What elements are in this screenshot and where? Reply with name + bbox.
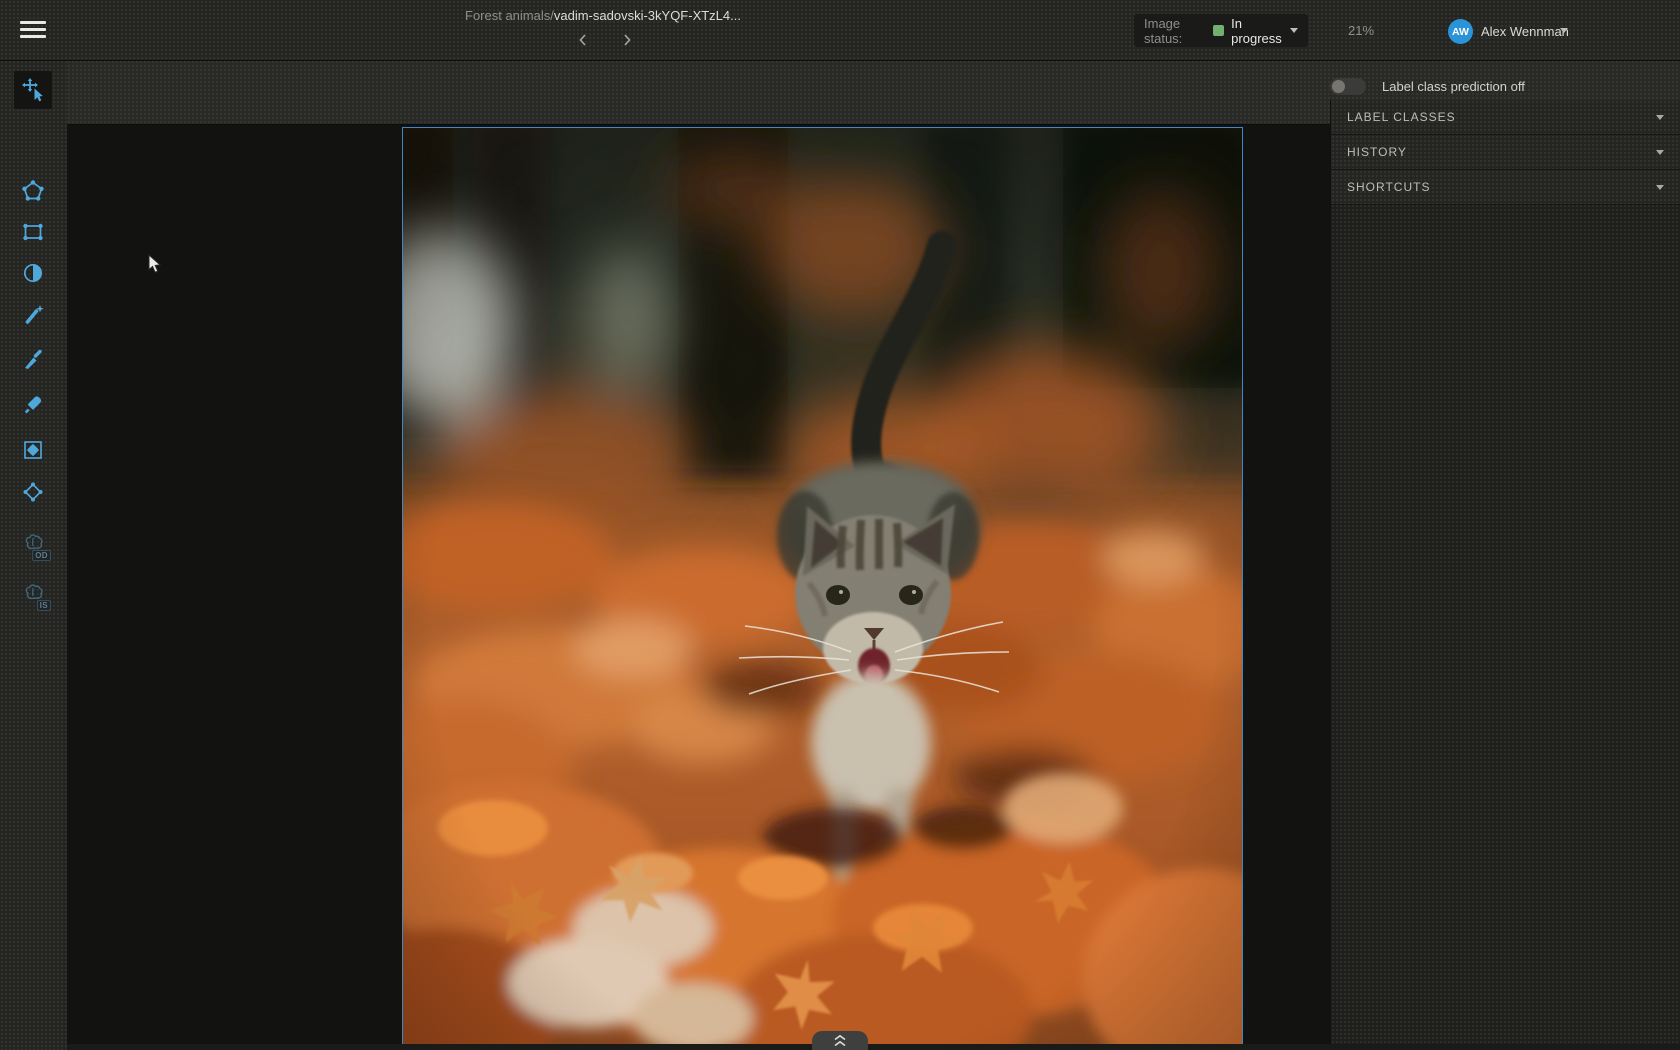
status-color-icon xyxy=(1213,25,1224,36)
user-name: Alex Wennman xyxy=(1481,24,1569,39)
pen-sparkle-icon xyxy=(21,303,45,327)
contour-tool[interactable] xyxy=(14,473,52,511)
diamond-points-icon xyxy=(21,480,45,504)
instance-segmentation-model-tool[interactable]: IS xyxy=(14,575,52,613)
eraser-icon xyxy=(21,391,45,415)
box-blob-icon xyxy=(21,438,45,462)
labeling-app: Forest animals/vadim-sadovski-3kYQF-XTzL… xyxy=(0,0,1680,1050)
hamburger-icon xyxy=(20,21,46,24)
breadcrumb-project: Forest animals xyxy=(465,8,550,23)
section-shortcuts[interactable]: SHORTCUTS xyxy=(1331,170,1680,205)
avatar[interactable]: AW xyxy=(1448,19,1473,44)
bottom-drawer-expand-button[interactable] xyxy=(812,1031,868,1050)
cat-photo-rendering xyxy=(403,128,1242,1044)
image-status-value: In progress xyxy=(1231,16,1283,46)
object-detection-model-tool[interactable]: OD xyxy=(14,525,52,563)
zoom-level: 21% xyxy=(1340,23,1382,38)
next-image-button[interactable] xyxy=(620,32,634,48)
contrast-tool[interactable] xyxy=(14,254,52,292)
chevron-down-icon xyxy=(1656,185,1664,190)
image-canvas[interactable] xyxy=(67,124,1330,1044)
prev-image-button[interactable] xyxy=(576,32,590,48)
chevron-left-icon xyxy=(576,32,590,48)
top-bar: Forest animals/vadim-sadovski-3kYQF-XTzL… xyxy=(0,0,1680,61)
tool-badge: OD xyxy=(32,550,51,561)
polygon-tool[interactable] xyxy=(14,172,52,210)
section-history[interactable]: HISTORY xyxy=(1331,135,1680,170)
menu-button[interactable] xyxy=(20,21,46,38)
right-panel: LABEL CLASSES HISTORY SHORTCUTS xyxy=(1330,100,1680,1044)
photo-autumn-cat[interactable] xyxy=(402,127,1243,1045)
move-tool[interactable] xyxy=(14,71,52,109)
auto-segment-tool[interactable] xyxy=(14,431,52,469)
section-label-classes[interactable]: LABEL CLASSES xyxy=(1331,100,1680,135)
chevron-up-icon xyxy=(834,1041,846,1046)
tool-rail: OD IS xyxy=(0,60,67,1050)
breadcrumb-image-name: vadim-sadovski-3kYQF-XTzL4... xyxy=(554,8,741,23)
rectangle-icon xyxy=(21,220,45,244)
label-class-prediction-row: Label class prediction off xyxy=(1330,76,1525,96)
image-status-dropdown[interactable]: Image status: In progress xyxy=(1134,14,1308,47)
bounding-box-tool[interactable] xyxy=(14,213,52,251)
breadcrumb: Forest animals/vadim-sadovski-3kYQF-XTzL… xyxy=(465,8,741,23)
chevron-down-icon[interactable] xyxy=(1560,28,1568,33)
move-cursor-icon xyxy=(21,78,45,102)
knife-tool[interactable] xyxy=(14,341,52,379)
brush-tool[interactable] xyxy=(14,296,52,334)
image-status-label: Image status: xyxy=(1144,16,1206,46)
eraser-tool[interactable] xyxy=(14,384,52,422)
mouse-cursor-icon xyxy=(148,254,162,279)
label-class-prediction-label: Label class prediction off xyxy=(1382,79,1525,94)
polygon-icon xyxy=(21,179,45,203)
chevron-right-icon xyxy=(620,32,634,48)
bottom-strip xyxy=(67,1044,1680,1050)
contrast-circle-icon xyxy=(21,261,45,285)
knife-icon xyxy=(21,348,45,372)
chevron-down-icon xyxy=(1656,150,1664,155)
chevron-down-icon xyxy=(1290,28,1298,33)
toggle-knob xyxy=(1332,80,1345,93)
label-class-prediction-toggle[interactable] xyxy=(1330,78,1366,95)
chevron-up-icon xyxy=(834,1035,846,1040)
tool-badge: IS xyxy=(37,600,51,611)
chevron-down-icon xyxy=(1656,115,1664,120)
